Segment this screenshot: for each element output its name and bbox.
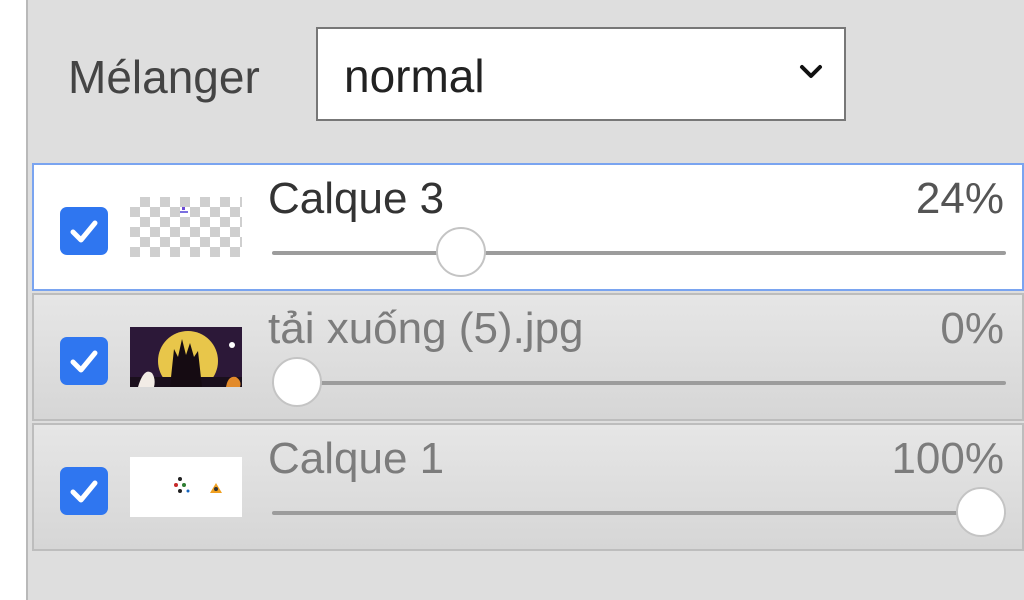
layers-panel: Mélanger normal Calque 3 24% tải xuống (…: [26, 0, 1024, 600]
layer-row[interactable]: Calque 1 100%: [32, 423, 1024, 551]
opacity-slider-thumb[interactable]: [436, 227, 487, 277]
chevron-down-icon: [800, 65, 822, 78]
opacity-slider-thumb[interactable]: [272, 357, 322, 407]
layer-visibility-checkbox[interactable]: [60, 207, 108, 255]
layer-thumbnail-art: [180, 207, 188, 213]
blend-mode-select[interactable]: normal: [316, 27, 846, 121]
layer-row[interactable]: tải xuống (5).jpg 0%: [32, 293, 1024, 421]
opacity-slider[interactable]: [272, 487, 1006, 537]
check-icon: [70, 480, 98, 503]
check-icon: [70, 220, 98, 243]
layer-thumbnail: [130, 197, 242, 257]
layer-thumbnail: [130, 327, 242, 387]
layer-row[interactable]: Calque 3 24%: [32, 163, 1024, 291]
layer-visibility-checkbox[interactable]: [60, 467, 108, 515]
layer-list: Calque 3 24% tải xuống (5).jpg 0% Calque…: [32, 163, 1024, 551]
layer-opacity-value: 100%: [891, 434, 1004, 483]
layer-opacity-value: 24%: [915, 174, 1004, 223]
halloween-image-thumbnail: [130, 327, 242, 387]
layer-name: Calque 3: [268, 174, 445, 223]
layer-opacity-value: 0%: [940, 304, 1004, 353]
layer-thumbnail: [130, 457, 242, 517]
layer-visibility-checkbox[interactable]: [60, 337, 108, 385]
layer-thumbnail-art: [174, 477, 222, 493]
layer-name: tải xuống (5).jpg: [268, 304, 584, 353]
check-icon: [70, 350, 98, 373]
opacity-slider[interactable]: [272, 357, 1006, 407]
opacity-slider-thumb[interactable]: [956, 487, 1006, 537]
blend-mode-label: Mélanger: [68, 51, 260, 103]
opacity-slider[interactable]: [272, 227, 1006, 277]
blend-mode-value: normal: [344, 50, 485, 102]
layer-name: Calque 1: [268, 434, 445, 483]
